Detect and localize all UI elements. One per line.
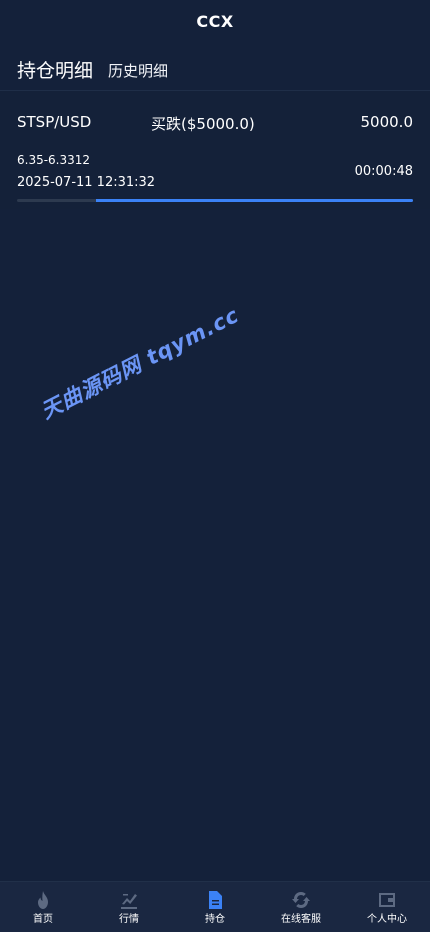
position-amount: 5000.0 [360, 113, 414, 131]
chart-pen-icon [121, 894, 137, 909]
nav-label: 持仓 [205, 914, 225, 925]
nav-label: 行情 [119, 914, 139, 925]
tab-holdings[interactable]: 持仓明细 [17, 56, 93, 83]
position-tabs: 持仓明细 历史明细 [0, 44, 430, 91]
countdown-progress-fill [96, 199, 413, 202]
position-direction: 买跌($5000.0) [151, 115, 255, 133]
nav-item-support[interactable]: 在线客服 [258, 882, 344, 932]
nav-item-profile[interactable]: 个人中心 [344, 882, 430, 932]
nav-label: 个人中心 [367, 914, 407, 925]
bottom-nav: 首页 行情 持仓 在线客服 个人中心 [0, 881, 430, 932]
position-open-time: 2025-07-11 12:31:32 [17, 175, 156, 190]
app-title: CCX [196, 12, 234, 31]
position-symbol: STSP/USD [17, 113, 92, 131]
wallet-icon [379, 893, 395, 907]
refresh-icon [292, 892, 310, 908]
countdown-progress-bar [17, 199, 413, 202]
nav-item-market[interactable]: 行情 [86, 882, 172, 932]
tab-history[interactable]: 历史明细 [108, 60, 168, 81]
nav-label: 首页 [33, 914, 53, 925]
flame-icon [38, 891, 48, 909]
nav-label: 在线客服 [281, 914, 321, 925]
position-price-range: 6.35-6.3312 [17, 153, 91, 167]
position-countdown: 00:00:48 [354, 164, 413, 179]
watermark: 天曲源码网 tqym.cc [37, 302, 243, 424]
nav-item-home[interactable]: 首页 [0, 882, 86, 932]
document-icon [209, 891, 222, 909]
position-card[interactable]: STSP/USD 买跌($5000.0) 5000.0 6.35-6.3312 … [0, 91, 430, 209]
nav-item-holdings[interactable]: 持仓 [172, 882, 258, 932]
